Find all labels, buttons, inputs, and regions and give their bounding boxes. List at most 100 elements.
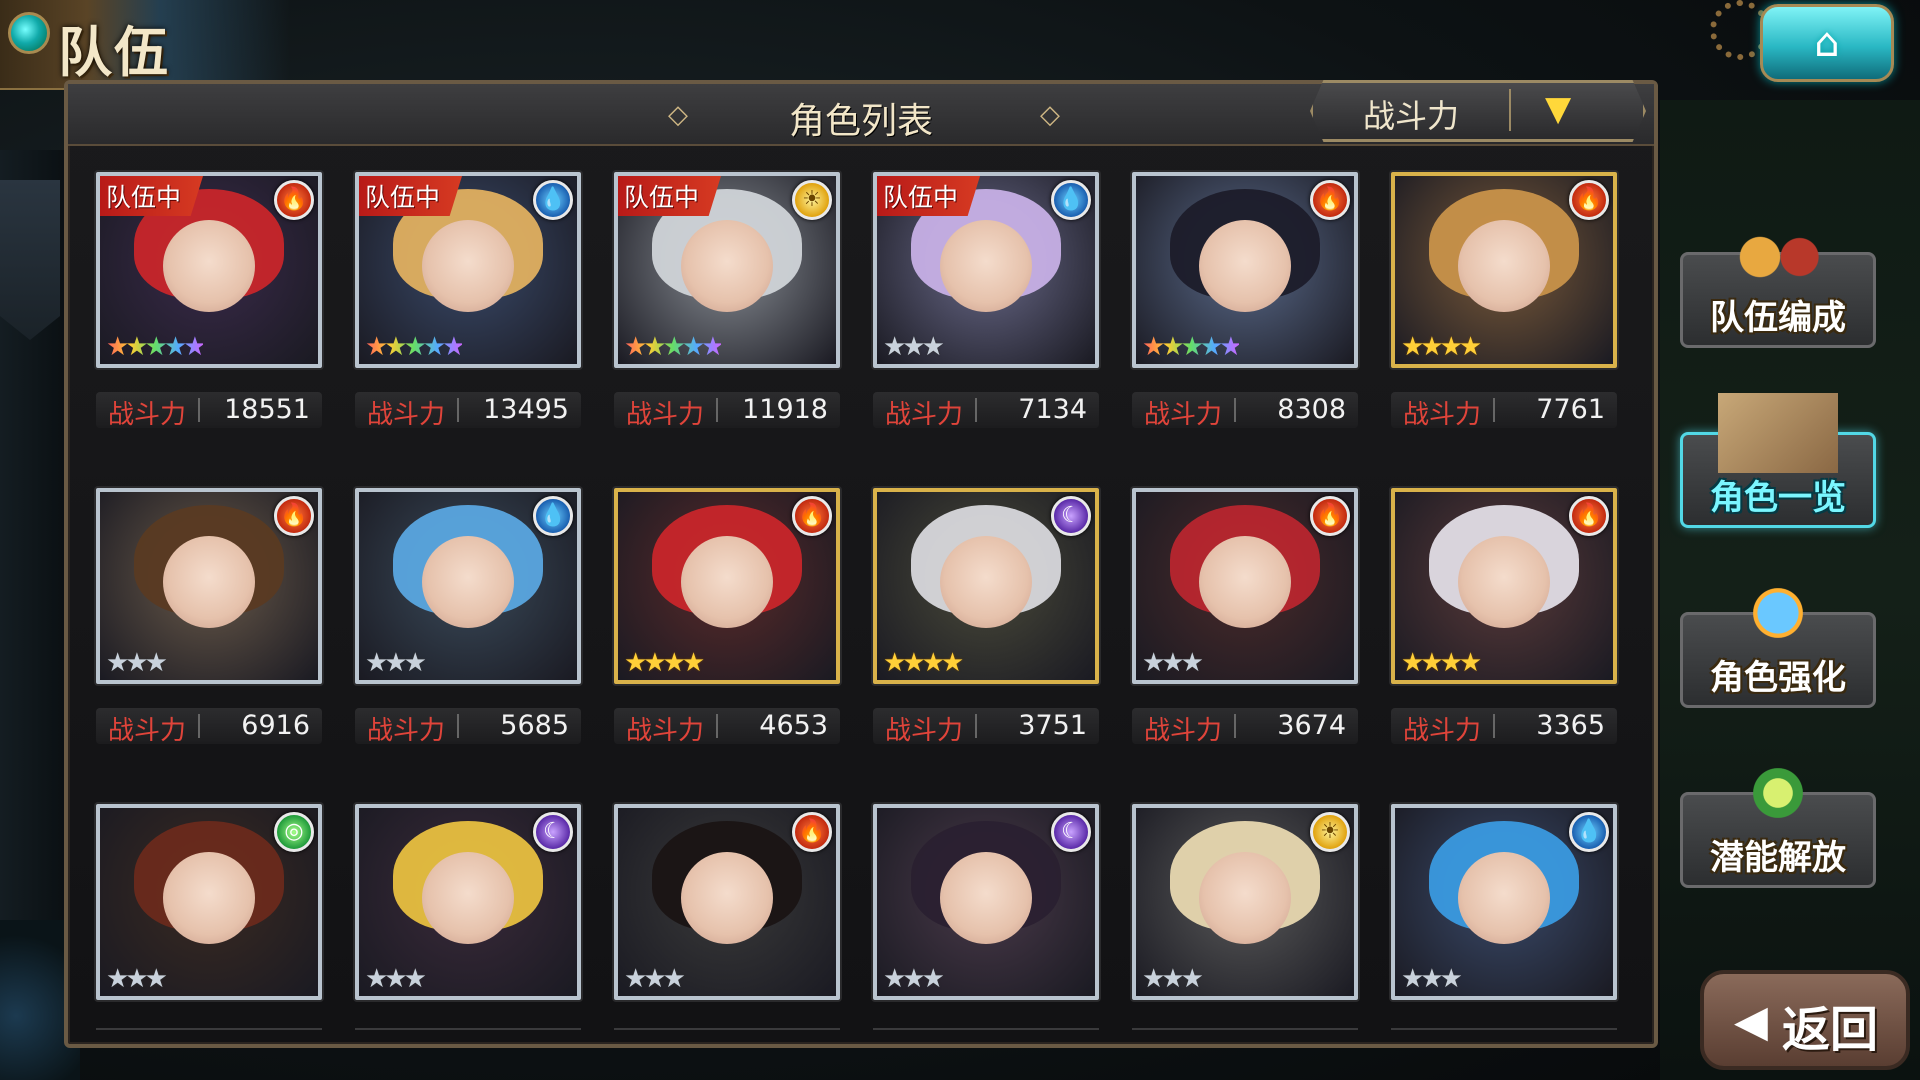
portrait-face (940, 220, 1032, 313)
side-menu-3-button[interactable]: 角色强化 (1680, 573, 1876, 708)
rarity-stars: ★★★ (106, 648, 168, 678)
portrait-face (940, 852, 1032, 945)
title-gem-icon (8, 12, 50, 54)
panel-header: ◇ 角色列表 ◇ 战斗力 ▼ (68, 80, 1654, 146)
combat-power-bar: 战斗力 18551 (96, 392, 322, 430)
combat-power-bar: 战斗力 3674 (1132, 708, 1358, 746)
combat-power-value: 6916 (241, 710, 310, 741)
fire-element-icon: 🔥 (274, 180, 314, 220)
combat-power-value: 3751 (1018, 710, 1087, 741)
team-icon (1718, 213, 1838, 293)
rarity-stars: ★★★★ (1401, 648, 1482, 678)
portrait-face (940, 536, 1032, 629)
rarity-stars: ★★★★★ (624, 332, 725, 362)
combat-power-value: 11918 (742, 394, 828, 425)
portrait-face (1458, 220, 1550, 313)
fire-element-icon: 🔥 (1569, 496, 1609, 536)
water-element-icon: 💧 (533, 496, 573, 536)
chevron-down-icon[interactable]: ▼ (1545, 89, 1571, 129)
power-separator (716, 398, 718, 422)
row-divider (1391, 1028, 1617, 1030)
character-portrait[interactable]: 🔥 ★★★ (614, 804, 840, 1000)
character-portrait[interactable]: 队伍中 🔥 ★★★★★ (96, 172, 322, 368)
combat-power-label: 战斗力 (108, 400, 187, 430)
character-portrait[interactable]: ☾ ★★★ (355, 804, 581, 1000)
panel-title: 角色列表 (788, 101, 934, 142)
side-menu-2-button[interactable]: 角色一览 (1680, 393, 1876, 528)
combat-power-bar: 战斗力 8308 (1132, 392, 1358, 430)
character-portrait[interactable]: 💧 ★★★ (355, 488, 581, 684)
character-portrait[interactable]: 队伍中 💧 ★★★★★ (355, 172, 581, 368)
character-portrait[interactable]: ◎ ★★★ (96, 804, 322, 1000)
combat-power-value: 8308 (1277, 394, 1346, 425)
background-banner (0, 180, 60, 340)
fire-element-icon: 🔥 (1569, 180, 1609, 220)
card-upgrade-icon (1718, 573, 1838, 653)
combat-power-bar: 战斗力 5685 (355, 708, 581, 746)
combat-power-label: 战斗力 (885, 400, 964, 430)
character-portrait[interactable]: ☀ ★★★ (1132, 804, 1358, 1000)
back-button[interactable]: ◀ 返回 (1700, 970, 1910, 1070)
combat-power-label: 战斗力 (1403, 716, 1482, 746)
combat-power-value: 5685 (500, 710, 569, 741)
combat-power-value: 4653 (759, 710, 828, 741)
combat-power-label: 战斗力 (108, 716, 187, 746)
character-portrait[interactable]: 🔥 ★★★★★ (1132, 172, 1358, 368)
row-divider (1132, 1028, 1358, 1030)
wind-element-icon: ◎ (274, 812, 314, 852)
character-portrait[interactable]: 🔥 ★★★ (96, 488, 322, 684)
combat-power-label: 战斗力 (885, 716, 964, 746)
character-portrait[interactable]: 🔥 ★★★★ (1391, 488, 1617, 684)
power-separator (1493, 714, 1495, 738)
character-portrait[interactable]: 队伍中 💧 ★★★ (873, 172, 1099, 368)
back-label: 返回 (1782, 1002, 1879, 1058)
character-portrait[interactable]: 💧 ★★★ (1391, 804, 1617, 1000)
sort-dropdown[interactable]: 战斗力 ▼ (1310, 80, 1646, 142)
side-menu-label: 角色一览 (1710, 478, 1846, 518)
portrait-face (1199, 852, 1291, 945)
in-team-badge: 队伍中 (877, 176, 981, 216)
side-menu-1-button[interactable]: 队伍编成 (1680, 213, 1876, 348)
side-menu-label: 潜能解放 (1710, 838, 1846, 878)
water-element-icon: 💧 (533, 180, 573, 220)
character-portrait[interactable]: 🔥 ★★★★ (1391, 172, 1617, 368)
combat-power-value: 18551 (224, 394, 310, 425)
portrait-face (163, 852, 255, 945)
diamond-ornament-icon: ◇ (668, 100, 688, 130)
sort-label: 战斗力 (1363, 97, 1460, 135)
combat-power-label: 战斗力 (626, 400, 705, 430)
side-menu-4-button[interactable]: 潜能解放 (1680, 753, 1876, 888)
portrait-face (163, 220, 255, 313)
rarity-stars: ★★★★★ (106, 332, 207, 362)
portrait-face (1458, 536, 1550, 629)
rarity-stars: ★★★★ (1401, 332, 1482, 362)
side-menu-label: 队伍编成 (1710, 298, 1846, 338)
row-divider (614, 1028, 840, 1030)
fire-element-icon: 🔥 (274, 496, 314, 536)
row-divider (96, 1028, 322, 1030)
combat-power-label: 战斗力 (1144, 716, 1223, 746)
combat-power-label: 战斗力 (367, 716, 446, 746)
rarity-stars: ★★★ (1142, 648, 1204, 678)
character-portrait[interactable]: 🔥 ★★★ (1132, 488, 1358, 684)
character-portrait[interactable]: ☾ ★★★★ (873, 488, 1099, 684)
home-button[interactable]: ⌂ (1760, 4, 1894, 82)
portrait-face (1199, 220, 1291, 313)
power-separator (1493, 398, 1495, 422)
rarity-stars: ★★★ (1401, 964, 1463, 994)
home-icon: ⌂ (1814, 20, 1840, 66)
character-portrait[interactable]: 🔥 ★★★★ (614, 488, 840, 684)
portrait-face (163, 536, 255, 629)
row-divider (873, 1028, 1099, 1030)
character-portrait[interactable]: ☾ ★★★ (873, 804, 1099, 1000)
character-portrait[interactable]: 队伍中 ☀ ★★★★★ (614, 172, 840, 368)
light-element-icon: ☀ (1310, 812, 1350, 852)
portrait-face (422, 220, 514, 313)
orb-icon (1718, 753, 1838, 833)
combat-power-bar: 战斗力 3365 (1391, 708, 1617, 746)
portrait-face (681, 536, 773, 629)
diamond-ornament-icon: ◇ (1040, 100, 1060, 130)
combat-power-value: 13495 (483, 394, 569, 425)
water-element-icon: 💧 (1051, 180, 1091, 220)
rarity-stars: ★★★ (365, 964, 427, 994)
